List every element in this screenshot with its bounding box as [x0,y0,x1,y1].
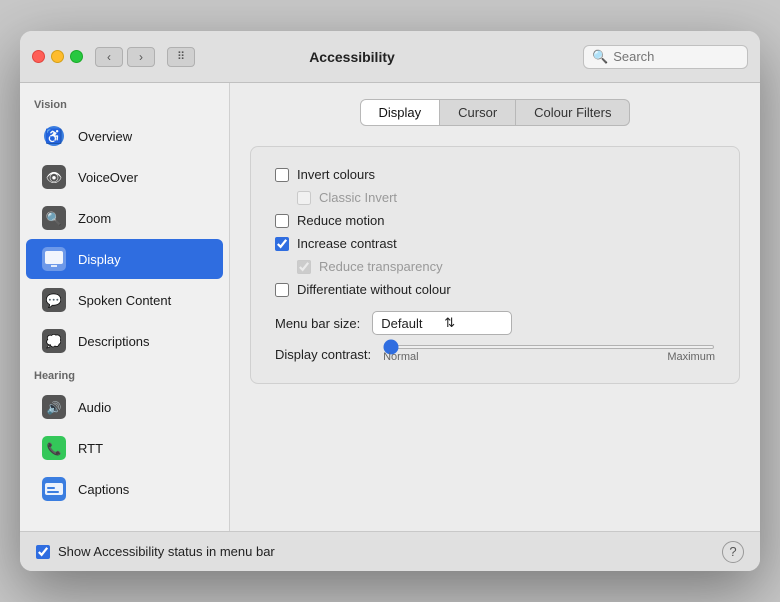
display-icon [40,245,68,273]
voiceover-icon: 👁 [40,163,68,191]
spoken-content-label: Spoken Content [78,293,171,308]
status-bar-label[interactable]: Show Accessibility status in menu bar [58,544,275,559]
reduce-transparency-checkbox [297,260,311,274]
window-title: Accessibility [129,49,575,65]
sidebar-item-rtt[interactable]: 📞 RTT [26,428,223,468]
sidebar: Vision ♿ Overview 👁 VoiceOver [20,83,230,531]
rtt-icon: 📞 [40,434,68,462]
hearing-section-label: Hearing [20,362,229,386]
increase-contrast-row: Increase contrast [275,236,715,251]
overview-icon: ♿ [40,122,68,150]
reduce-motion-checkbox[interactable] [275,214,289,228]
descriptions-icon: 💭 [40,327,68,355]
svg-text:📞: 📞 [47,441,62,456]
bottom-bar: Show Accessibility status in menu bar ? [20,531,760,571]
menu-bar-size-value: Default [381,316,440,331]
overview-label: Overview [78,129,132,144]
classic-invert-row: Classic Invert [297,190,715,205]
select-arrow-icon: ⇅ [444,315,503,331]
display-content: Invert colours Classic Invert Reduce mot… [250,146,740,384]
classic-invert-checkbox [297,191,311,205]
menu-bar-size-label: Menu bar size: [275,316,360,331]
maximize-button[interactable] [70,50,83,63]
slider-max-label: Maximum [667,351,715,363]
sidebar-item-voiceover[interactable]: 👁 VoiceOver [26,157,223,197]
svg-text:🔍: 🔍 [46,210,62,226]
display-contrast-row: Display contrast: Normal Maximum [275,345,715,363]
right-panel: Display Cursor Colour Filters Invert col… [230,83,760,531]
slider-min-label: Normal [383,351,418,363]
tab-colour-filters[interactable]: Colour Filters [516,100,629,125]
descriptions-label: Descriptions [78,334,150,349]
captions-icon [40,475,68,503]
voiceover-label: VoiceOver [78,170,138,185]
sidebar-item-display[interactable]: Display [26,239,223,279]
slider-labels: Normal Maximum [383,351,715,363]
main-content: Vision ♿ Overview 👁 VoiceOver [20,83,760,531]
zoom-label: Zoom [78,211,111,226]
spoken-content-icon: 💬 [40,286,68,314]
sidebar-item-overview[interactable]: ♿ Overview [26,116,223,156]
reduce-transparency-label: Reduce transparency [319,259,443,274]
invert-colours-row: Invert colours [275,167,715,182]
contrast-slider-container: Normal Maximum [383,345,715,363]
invert-colours-label[interactable]: Invert colours [297,167,375,182]
classic-invert-label: Classic Invert [319,190,397,205]
increase-contrast-label[interactable]: Increase contrast [297,236,397,251]
help-button[interactable]: ? [722,541,744,563]
sidebar-item-audio[interactable]: 🔊 Audio [26,387,223,427]
reduce-motion-row: Reduce motion [275,213,715,228]
search-bar[interactable]: 🔍 [583,45,748,69]
search-icon: 🔍 [592,49,608,65]
sidebar-item-captions[interactable]: Captions [26,469,223,509]
differentiate-checkbox[interactable] [275,283,289,297]
tab-cursor[interactable]: Cursor [440,100,516,125]
menu-bar-size-row: Menu bar size: Default ⇅ [275,311,715,335]
search-input[interactable] [613,49,743,64]
tab-group: Display Cursor Colour Filters [360,99,631,126]
vision-section-label: Vision [20,91,229,115]
reduce-motion-label[interactable]: Reduce motion [297,213,384,228]
close-button[interactable] [32,50,45,63]
sidebar-item-descriptions[interactable]: 💭 Descriptions [26,321,223,361]
tab-display[interactable]: Display [361,100,441,125]
differentiate-label[interactable]: Differentiate without colour [297,282,451,297]
svg-text:👁: 👁 [46,170,63,185]
menu-bar-size-select[interactable]: Default ⇅ [372,311,512,335]
zoom-icon: 🔍 [40,204,68,232]
display-contrast-label: Display contrast: [275,347,371,362]
titlebar: ‹ › ⠿ Accessibility 🔍 [20,31,760,83]
display-label: Display [78,252,121,267]
rtt-label: RTT [78,441,103,456]
differentiate-row: Differentiate without colour [275,282,715,297]
main-window: ‹ › ⠿ Accessibility 🔍 Vision ♿ Overview [20,31,760,571]
audio-label: Audio [78,400,111,415]
increase-contrast-checkbox[interactable] [275,237,289,251]
svg-text:♿: ♿ [45,128,62,145]
svg-text:💬: 💬 [46,293,62,308]
captions-label: Captions [78,482,129,497]
sidebar-item-spoken-content[interactable]: 💬 Spoken Content [26,280,223,320]
minimize-button[interactable] [51,50,64,63]
sidebar-item-zoom[interactable]: 🔍 Zoom [26,198,223,238]
back-button[interactable]: ‹ [95,47,123,67]
reduce-transparency-row: Reduce transparency [297,259,715,274]
audio-icon: 🔊 [40,393,68,421]
traffic-lights [32,50,83,63]
status-bar-row: Show Accessibility status in menu bar [36,544,714,559]
invert-colours-checkbox[interactable] [275,168,289,182]
contrast-slider[interactable] [383,345,715,349]
svg-text:💭: 💭 [46,333,62,350]
svg-text:🔊: 🔊 [47,400,62,415]
status-bar-checkbox[interactable] [36,545,50,559]
tab-bar: Display Cursor Colour Filters [250,99,740,126]
